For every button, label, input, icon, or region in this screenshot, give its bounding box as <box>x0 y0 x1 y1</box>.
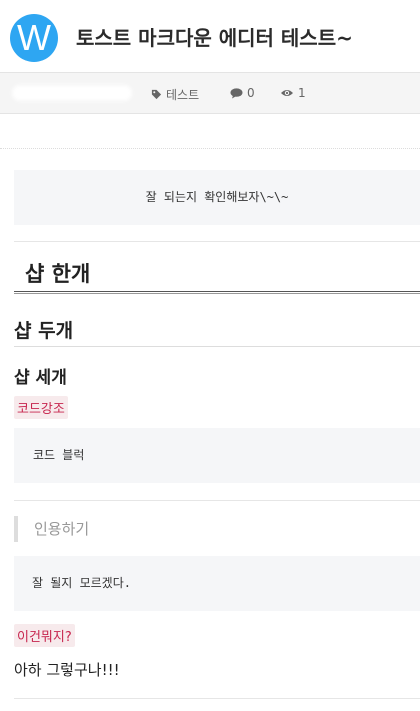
post-header: W 토스트 마크다운 에디터 테스트~ <box>0 0 420 72</box>
horizontal-rule <box>14 241 420 242</box>
horizontal-rule <box>14 698 420 699</box>
comment-icon <box>230 87 243 99</box>
tag-link[interactable]: 테스트 <box>151 86 199 103</box>
inline-code: 이건뭐지? <box>14 624 75 647</box>
preformatted-block: 잘 될지 모르겠다. <box>14 556 420 611</box>
blockquote: 인용하기 <box>14 516 420 542</box>
heading-2: 샵 두개 <box>14 320 74 342</box>
view-count-value: 1 <box>298 86 306 100</box>
post-title: 토스트 마크다운 에디터 테스트~ <box>76 26 353 50</box>
post-meta-bar: 테스트 0 1 <box>0 72 420 114</box>
author-name-redacted <box>12 85 132 101</box>
centered-text-block: 잘 되는지 확인해보자\~\~ <box>14 170 420 225</box>
comment-count[interactable]: 0 <box>230 86 255 100</box>
heading-3: 샵 세개 <box>14 368 67 388</box>
paragraph: 아하 그렇구나!!! <box>14 661 120 679</box>
view-count: 1 <box>280 86 306 100</box>
heading-2-underline <box>14 346 420 347</box>
heading-1-underline <box>14 291 420 294</box>
eye-icon <box>280 88 294 98</box>
site-logo[interactable]: W <box>10 14 58 62</box>
tag-icon <box>151 89 162 100</box>
code-block: 코드 블럭 <box>14 428 420 483</box>
horizontal-rule <box>14 500 420 501</box>
tag-label: 테스트 <box>166 88 200 102</box>
heading-1: 샵 한개 <box>25 262 91 286</box>
comment-count-value: 0 <box>247 86 255 100</box>
content-divider <box>0 148 420 149</box>
inline-code: 코드강조 <box>14 396 68 419</box>
